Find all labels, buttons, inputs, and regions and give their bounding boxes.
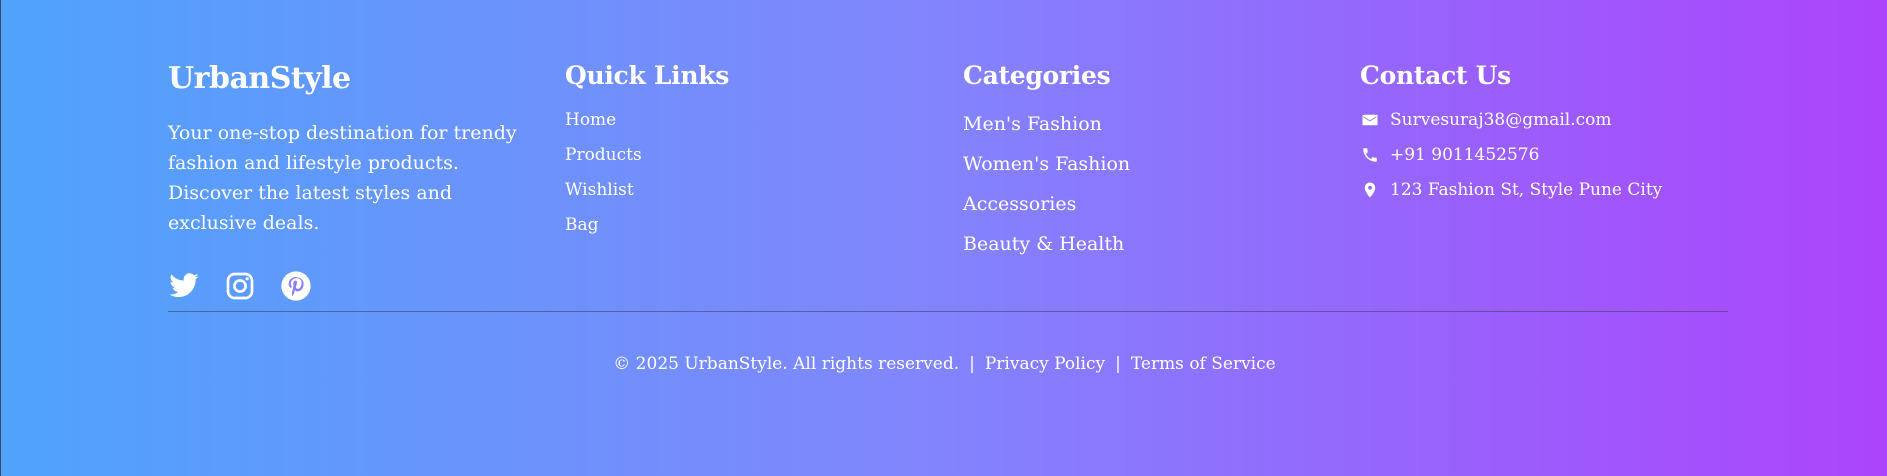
quick-link-products[interactable]: Products [565,145,925,165]
social-links [168,270,538,302]
categories-column: Categories Men's Fashion Women's Fashion… [963,58,1323,272]
mail-icon [1360,110,1380,130]
categories-title: Categories [963,61,1111,90]
category-beauty-health[interactable]: Beauty & Health [963,232,1323,256]
quick-link-wishlist[interactable]: Wishlist [565,180,925,200]
quick-links-column: Quick Links Home Products Wishlist Bag [565,58,925,250]
twitter-icon[interactable] [168,270,200,302]
quick-links-list: Home Products Wishlist Bag [565,110,925,235]
contact-email-text[interactable]: Survesuraj38@gmail.com [1390,110,1612,130]
quick-link-home[interactable]: Home [565,110,925,130]
pinterest-icon[interactable] [280,270,312,302]
privacy-policy-link[interactable]: Privacy Policy [985,354,1105,374]
contact-title: Contact Us [1360,61,1511,90]
separator: | [969,354,975,374]
category-mens-fashion[interactable]: Men's Fashion [963,112,1323,136]
contact-address: 123 Fashion St, Style Pune City [1360,180,1780,200]
location-pin-icon [1360,180,1380,200]
category-accessories[interactable]: Accessories [963,192,1323,216]
brand-description: Your one-stop destination for trendy fas… [168,122,517,234]
brand-column: UrbanStyle Your one-stop destination for… [168,58,538,302]
separator: | [1115,354,1121,374]
footer-bottom-bar: © 2025 UrbanStyle. All rights reserved. |… [1,352,1887,376]
quick-links-title: Quick Links [565,61,730,90]
contact-column: Contact Us Survesuraj38@gmail.com +91 90… [1360,58,1780,215]
contact-phone: +91 9011452576 [1360,145,1780,165]
contact-address-text: 123 Fashion St, Style Pune City [1390,180,1663,200]
brand-title: UrbanStyle [168,61,351,96]
quick-link-bag[interactable]: Bag [565,215,925,235]
terms-of-service-link[interactable]: Terms of Service [1131,354,1276,374]
footer-divider [168,311,1728,312]
contact-phone-text[interactable]: +91 9011452576 [1390,145,1539,165]
categories-list: Men's Fashion Women's Fashion Accessorie… [963,112,1323,256]
phone-icon [1360,145,1380,165]
contact-email: Survesuraj38@gmail.com [1360,110,1780,130]
instagram-icon[interactable] [224,270,256,302]
category-womens-fashion[interactable]: Women's Fashion [963,152,1323,176]
site-footer: UrbanStyle Your one-stop destination for… [0,0,1887,476]
contact-list: Survesuraj38@gmail.com +91 9011452576 12… [1360,110,1780,200]
copyright-text: © 2025 UrbanStyle. All rights reserved. [613,354,960,374]
